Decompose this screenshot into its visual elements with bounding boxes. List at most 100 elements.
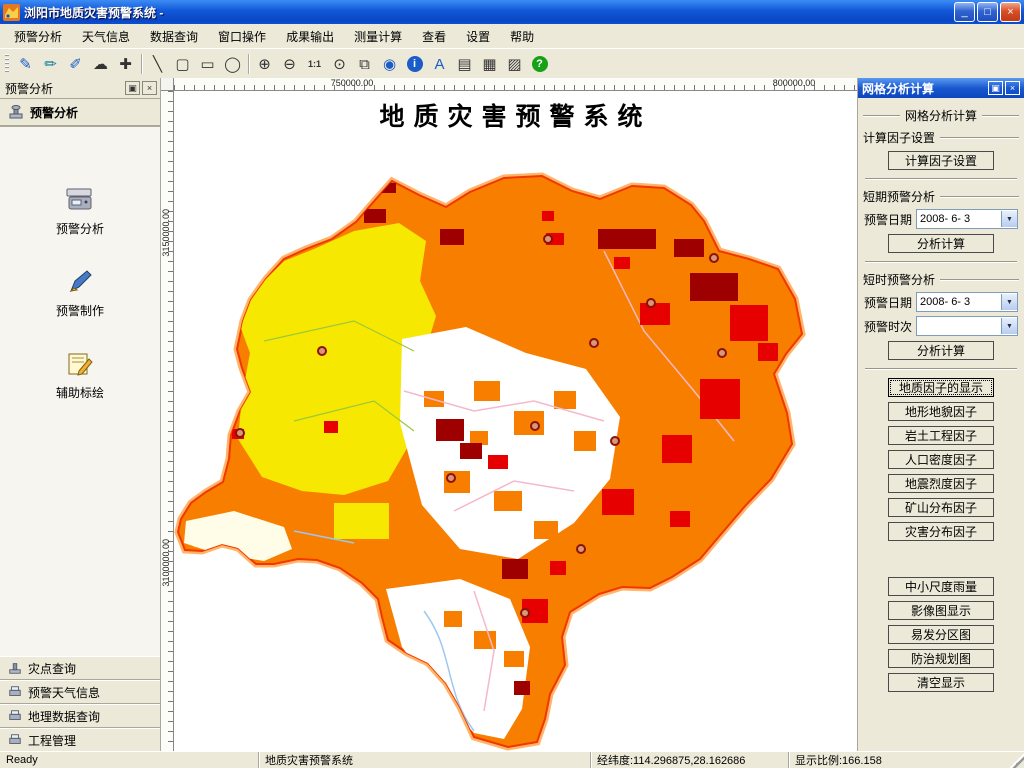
printer-icon (9, 710, 21, 720)
menu-weather-info[interactable]: 天气信息 (72, 25, 140, 48)
ellipse-tool-icon: ◯ (224, 55, 241, 73)
accordion-geodata-query[interactable]: 地理数据查询 (0, 704, 160, 728)
short-term-run-button[interactable]: 分析计算 (888, 234, 994, 253)
short-time-period-select[interactable]: ▼ (916, 316, 1018, 336)
item-warning-making[interactable]: 预警制作 (35, 267, 125, 319)
prevention-plan-button[interactable]: 防治规划图 (888, 649, 994, 668)
item-label: 预警制作 (55, 304, 104, 318)
item-auxiliary-plot[interactable]: 辅助标绘 (35, 349, 125, 401)
accordion-disaster-point-query[interactable]: 灾点查询 (0, 656, 160, 680)
resize-grip[interactable] (1010, 752, 1024, 768)
menu-view[interactable]: 查看 (412, 25, 456, 48)
short-time-date-picker[interactable]: 2008- 6- 3 ▼ (916, 292, 1018, 312)
pick-tool-button[interactable]: ✐ (63, 52, 88, 76)
menu-measure-calc[interactable]: 测量计算 (344, 25, 412, 48)
globe-icon: ◉ (382, 55, 397, 73)
terrain-factor-button[interactable]: 地形地貌因子 (888, 402, 994, 421)
zoom-extent-icon: ⊙ (333, 55, 346, 73)
clear-display-button[interactable]: 清空显示 (888, 673, 994, 692)
chevron-down-icon[interactable]: ▼ (1001, 211, 1017, 227)
population-density-factor-button[interactable]: 人口密度因子 (888, 450, 994, 469)
line-tool-icon: ╲ (152, 55, 163, 73)
menu-warning-analysis[interactable]: 预警分析 (4, 25, 72, 48)
accordion-project-management[interactable]: 工程管理 (0, 728, 160, 752)
title-bar: 浏阳市地质灾害预警系统 - _ □ × (0, 0, 1024, 24)
menu-bar: 预警分析 天气信息 数据查询 窗口操作 成果输出 测量计算 查看 设置 帮助 (0, 24, 1024, 49)
left-panel-items: 预警分析 预警制作 辅助标绘 (0, 127, 160, 656)
line-tool-button[interactable]: ╲ (145, 52, 170, 76)
close-icon: × (1009, 82, 1016, 93)
factor-settings-button[interactable]: 计算因子设置 (888, 151, 994, 170)
map-canvas[interactable]: 地质灾害预警系统 (174, 91, 857, 752)
short-time-run-button[interactable]: 分析计算 (888, 341, 994, 360)
geology-factor-display-button[interactable]: 地质因子的显示 (888, 378, 994, 397)
info-button[interactable]: i (402, 52, 427, 76)
chevron-down-icon[interactable]: ▼ (1001, 294, 1017, 310)
geotech-factor-button[interactable]: 岩土工程因子 (888, 426, 994, 445)
stamp-tool-button[interactable]: ✏ (38, 52, 63, 76)
zoom-out-button[interactable]: ⊖ (277, 52, 302, 76)
imagery-display-button[interactable]: 影像图显示 (888, 601, 994, 620)
item-label: 辅助标绘 (55, 386, 104, 400)
seismic-intensity-factor-button[interactable]: 地震烈度因子 (888, 474, 994, 493)
print-preview-icon: ▨ (507, 55, 522, 73)
menu-result-output[interactable]: 成果输出 (276, 25, 344, 48)
chevron-down-icon[interactable]: ▼ (1001, 318, 1017, 334)
status-scale: 显示比例:166.158 (788, 752, 1010, 768)
accordion-weather-info[interactable]: 预警天气信息 (0, 680, 160, 704)
help-button[interactable]: ? (527, 52, 552, 76)
close-button[interactable]: × (1000, 2, 1021, 22)
rect-tool-button[interactable]: ▭ (195, 52, 220, 76)
status-bar: Ready 地质灾害预警系统 经纬度:114.296875,28.162686 … (0, 751, 1024, 768)
zoom-extent-button[interactable]: ⊙ (327, 52, 352, 76)
date-value: 2008- 6- 3 (920, 213, 971, 225)
mine-distribution-factor-button[interactable]: 矿山分布因子 (888, 498, 994, 517)
left-panel-title: 预警分析 (5, 81, 54, 96)
disaster-distribution-factor-button[interactable]: 灾害分布因子 (888, 522, 994, 541)
right-panel-pin-button[interactable]: ▣ (988, 81, 1003, 95)
move-tool-button[interactable]: ✚ (113, 52, 138, 76)
susceptibility-zoning-button[interactable]: 易发分区图 (888, 625, 994, 644)
separator (865, 178, 1017, 180)
maximize-button[interactable]: □ (977, 2, 998, 22)
zoom-actual-button[interactable]: 1:1 (302, 52, 327, 76)
mesoscale-rainfall-button[interactable]: 中小尺度雨量 (888, 577, 994, 596)
map-graphic[interactable] (174, 91, 857, 752)
map-area: 750000.00 800000.00 3150000.00 3100000.0… (161, 78, 857, 752)
menu-help[interactable]: 帮助 (500, 25, 544, 48)
map-title: 地质灾害预警系统 (379, 102, 652, 131)
print-preview-button[interactable]: ▨ (502, 52, 527, 76)
menu-settings[interactable]: 设置 (456, 25, 500, 48)
item-label: 预警分析 (55, 222, 104, 236)
app-window: 浏阳市地质灾害预警系统 - _ □ × 预警分析 天气信息 数据查询 窗口操作 … (0, 0, 1024, 768)
copy-view-button[interactable]: ⧉ (352, 52, 377, 76)
ruler-label: 800000.00 (772, 78, 816, 88)
zoom-out-icon: ⊖ (283, 55, 296, 73)
left-panel-pin-button[interactable]: ▣ (125, 81, 140, 95)
globe-button[interactable]: ◉ (377, 52, 402, 76)
short-term-date-picker[interactable]: 2008- 6- 3 ▼ (916, 209, 1018, 229)
select-edit-button[interactable]: ✎ (13, 52, 38, 76)
group-title: 计算因子设置 (863, 131, 936, 145)
accordion-label: 预警天气信息 (28, 685, 101, 700)
zoom-in-button[interactable]: ⊕ (252, 52, 277, 76)
menu-data-query[interactable]: 数据查询 (140, 25, 208, 48)
minimize-button[interactable]: _ (954, 2, 975, 22)
right-panel-close-button[interactable]: × (1005, 81, 1020, 95)
save-button[interactable]: ▤ (452, 52, 477, 76)
app-icon[interactable] (3, 3, 20, 21)
toolbar-grip[interactable] (5, 54, 9, 74)
ellipse-tool-button[interactable]: ◯ (220, 52, 245, 76)
item-warning-analysis[interactable]: 预警分析 (35, 185, 125, 237)
menu-window-ops[interactable]: 窗口操作 (208, 25, 276, 48)
right-panel-title: 网格分析计算 (862, 81, 935, 96)
cloud-tool-button[interactable]: ☁ (88, 52, 113, 76)
section-title: 预警分析 (30, 105, 79, 120)
label-tool-button[interactable]: A (427, 52, 452, 76)
print-button[interactable]: ▦ (477, 52, 502, 76)
stamp-icon (9, 663, 21, 674)
roundrect-tool-button[interactable]: ▢ (170, 52, 195, 76)
accordion-label: 灾点查询 (28, 661, 77, 676)
left-panel-close-button[interactable]: × (142, 81, 157, 95)
